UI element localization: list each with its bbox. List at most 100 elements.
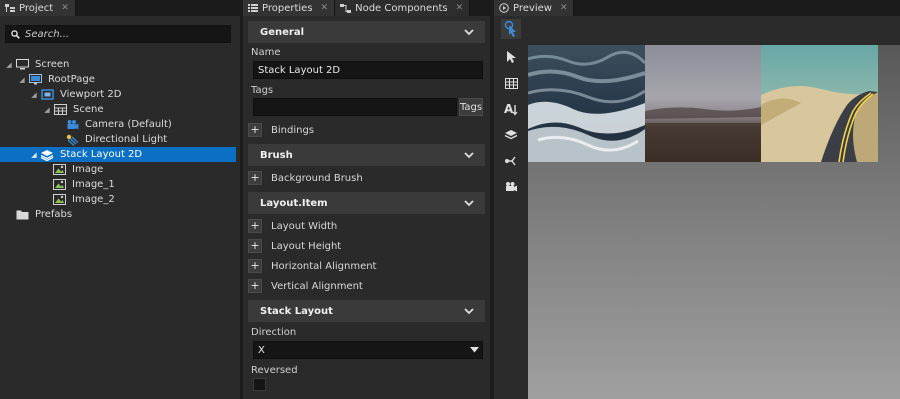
project-tree: ◢ Screen ◢ RootPage ◢ Viewport 2D ◢ Scen… <box>0 57 240 222</box>
light-icon <box>65 134 79 146</box>
layout-width-label: Layout Width <box>271 220 338 232</box>
desert-road-image[interactable] <box>761 45 878 162</box>
select-tool-icon[interactable] <box>501 47 521 67</box>
grid-tool-icon[interactable] <box>501 73 521 93</box>
svg-text:A: A <box>504 102 514 116</box>
tree-item-image-2[interactable]: Image_2 <box>0 192 240 207</box>
components-icon <box>340 3 352 13</box>
chevron-down-icon[interactable] <box>463 149 475 161</box>
section-brush-header[interactable]: Brush <box>248 144 485 166</box>
tree-item-label: Camera (Default) <box>85 119 172 130</box>
add-icon[interactable]: + <box>248 171 262 185</box>
section-stack-layout-header[interactable]: Stack Layout <box>248 300 485 322</box>
chevron-down-icon[interactable] <box>463 26 475 38</box>
tree-item-label: RootPage <box>48 74 95 85</box>
bindings-row[interactable]: + Bindings <box>248 121 314 139</box>
tab-node-components[interactable]: Node Components ✕ <box>335 0 471 16</box>
close-icon[interactable]: ✕ <box>560 3 568 13</box>
name-field[interactable]: Stack Layout 2D <box>253 61 483 79</box>
tree-item-label: Screen <box>35 59 70 70</box>
tree-item-image[interactable]: Image <box>0 162 240 177</box>
preview-canvas[interactable] <box>528 45 900 399</box>
background-brush-row[interactable]: + Background Brush <box>248 169 363 187</box>
section-general-header[interactable]: General <box>248 21 485 43</box>
tree-item-camera[interactable]: Camera (Default) <box>0 117 240 132</box>
tab-preview[interactable]: Preview ✕ <box>494 0 575 16</box>
bindings-label: Bindings <box>271 124 314 136</box>
collapse-triangle-icon[interactable]: ◢ <box>5 61 13 69</box>
close-icon[interactable]: ✕ <box>456 3 464 13</box>
horizontal-alignment-row[interactable]: + Horizontal Alignment <box>248 257 376 275</box>
camera-tool-icon[interactable] <box>501 177 521 197</box>
close-icon[interactable]: ✕ <box>321 3 329 13</box>
direction-dropdown[interactable]: X <box>253 341 483 359</box>
properties-tabbar: Properties ✕ Node Components ✕ <box>243 0 490 16</box>
tree-item-screen[interactable]: ◢ Screen <box>0 57 240 72</box>
tree-item-image-1[interactable]: Image_1 <box>0 177 240 192</box>
add-icon[interactable]: + <box>248 219 262 233</box>
background-brush-label: Background Brush <box>271 172 363 184</box>
ocean-waves-image[interactable] <box>528 45 645 162</box>
vertical-alignment-row[interactable]: + Vertical Alignment <box>248 277 363 295</box>
section-title: Brush <box>260 149 293 161</box>
tree-item-label: Stack Layout 2D <box>60 149 143 160</box>
project-panel: Project ✕ Search... ◢ Screen ◢ RootPage … <box>0 0 240 399</box>
collapse-triangle-icon[interactable]: ◢ <box>30 151 38 159</box>
chevron-down-icon[interactable] <box>463 197 475 209</box>
add-icon[interactable]: + <box>248 279 262 293</box>
text-tool-icon[interactable]: A <box>501 99 521 119</box>
tags-button[interactable]: Tags <box>459 98 483 116</box>
add-icon[interactable]: + <box>248 239 262 253</box>
tree-item-label: Image <box>72 164 104 175</box>
image-icon <box>52 179 66 191</box>
reversed-checkbox[interactable] <box>253 378 266 391</box>
section-layout-item-header[interactable]: Layout.Item <box>248 192 485 214</box>
reversed-label: Reversed <box>251 365 298 376</box>
collapse-triangle-icon[interactable]: ◢ <box>18 76 26 84</box>
chevron-down-icon[interactable] <box>463 305 475 317</box>
layout-width-row[interactable]: + Layout Width <box>248 217 337 235</box>
layers-tool-icon[interactable] <box>501 125 521 145</box>
add-icon[interactable]: + <box>248 259 262 273</box>
tags-label: Tags <box>251 85 274 96</box>
tree-item-label: Image_2 <box>72 194 115 205</box>
viewport-icon <box>40 88 54 101</box>
search-icon <box>11 29 20 39</box>
search-input[interactable]: Search... <box>5 25 231 43</box>
image-icon <box>52 164 66 176</box>
tags-field[interactable] <box>253 98 457 116</box>
project-tabbar: Project ✕ <box>0 0 240 16</box>
dropdown-arrow-icon[interactable] <box>470 347 479 353</box>
tree-item-label: Prefabs <box>35 209 73 220</box>
tree-item-rootpage[interactable]: ◢ RootPage <box>0 72 240 87</box>
camera-icon <box>65 119 79 131</box>
connector-tool-icon[interactable] <box>501 151 521 171</box>
collapse-triangle-icon[interactable]: ◢ <box>30 91 38 99</box>
vertical-alignment-label: Vertical Alignment <box>271 280 363 292</box>
collapse-triangle-icon[interactable]: ◢ <box>43 106 51 114</box>
misty-field-image[interactable] <box>645 45 761 162</box>
preview-toolbar: A <box>494 16 528 399</box>
tab-preview-label: Preview <box>513 2 552 14</box>
tree-item-stack-layout-2d[interactable]: ◢ Stack Layout 2D <box>0 147 236 162</box>
interact-tool-icon[interactable] <box>501 19 521 39</box>
properties-panel: Properties ✕ Node Components ✕ General N… <box>243 0 490 399</box>
play-icon <box>499 3 509 13</box>
preview-panel: Preview ✕ A <box>494 0 900 399</box>
close-icon[interactable]: ✕ <box>61 3 69 13</box>
name-label: Name <box>251 47 281 58</box>
search-placeholder: Search... <box>25 28 70 40</box>
layout-height-row[interactable]: + Layout Height <box>248 237 341 255</box>
folder-icon <box>15 209 29 221</box>
tree-item-directional-light[interactable]: Directional Light <box>0 132 240 147</box>
tree-item-label: Scene <box>73 104 104 115</box>
list-icon <box>248 4 258 12</box>
tree-item-viewport-2d[interactable]: ◢ Viewport 2D <box>0 87 240 102</box>
tree-item-scene[interactable]: ◢ Scene <box>0 102 240 117</box>
tab-project[interactable]: Project ✕ <box>0 0 76 16</box>
add-icon[interactable]: + <box>248 123 262 137</box>
page-icon <box>28 74 42 86</box>
section-title: Stack Layout <box>260 305 333 317</box>
tree-item-prefabs[interactable]: Prefabs <box>0 207 240 222</box>
tab-properties[interactable]: Properties ✕ <box>243 0 336 16</box>
